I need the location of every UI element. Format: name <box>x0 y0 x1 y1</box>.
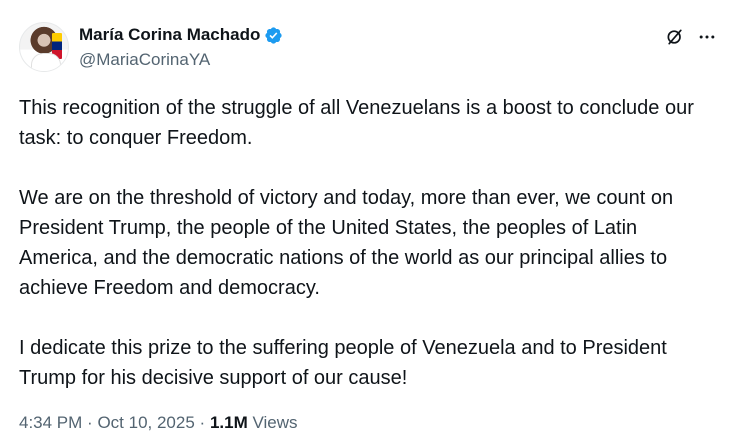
tweet: María Corina Machado @MariaCorinaYA This… <box>0 0 732 447</box>
tweet-meta: 4:34 PM · Oct 10, 2025 · 1.1M Views <box>19 411 298 435</box>
avatar-figure <box>31 53 61 71</box>
tweet-paragraph: We are on the threshold of victory and t… <box>19 187 674 299</box>
grok-icon[interactable] <box>664 26 686 48</box>
tweet-text: This recognition of the struggle of all … <box>19 93 719 393</box>
tweet-time[interactable]: 4:34 PM <box>19 413 82 432</box>
tweet-header: María Corina Machado @MariaCorinaYA <box>19 22 718 74</box>
author-display-name-row[interactable]: María Corina Machado <box>79 24 283 46</box>
meta-separator: · <box>87 413 93 432</box>
header-actions <box>664 26 718 48</box>
views-label[interactable]: Views <box>252 413 297 432</box>
more-icon[interactable] <box>696 26 718 48</box>
avatar[interactable] <box>19 22 69 72</box>
author-display-name[interactable]: María Corina Machado <box>79 24 260 46</box>
verified-badge-icon[interactable] <box>264 26 283 45</box>
meta-separator: · <box>199 413 206 432</box>
tweet-paragraph: I dedicate this prize to the suffering p… <box>19 337 667 389</box>
author-names: María Corina Machado @MariaCorinaYA <box>79 22 283 71</box>
author-handle[interactable]: @MariaCorinaYA <box>79 49 283 71</box>
views-count[interactable]: 1.1M <box>210 413 248 432</box>
tweet-paragraph: This recognition of the struggle of all … <box>19 97 694 149</box>
tweet-date[interactable]: Oct 10, 2025 <box>97 413 194 432</box>
